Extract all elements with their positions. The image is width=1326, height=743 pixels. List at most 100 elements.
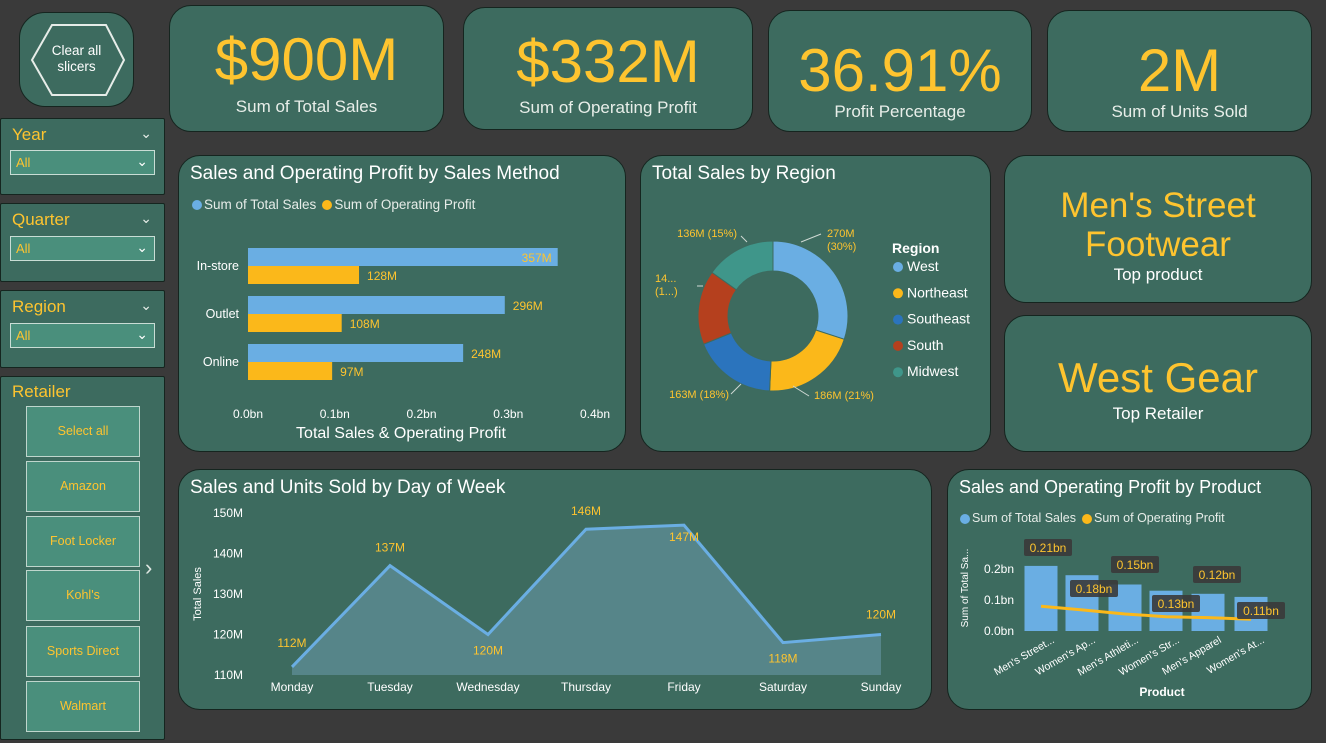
sales-method-chart: Sales and Operating Profit by Sales Meth… xyxy=(178,155,626,452)
retailer-foot-locker[interactable]: Foot Locker xyxy=(26,516,140,567)
data-label: (1...) xyxy=(655,286,678,298)
legend-dot xyxy=(893,262,903,272)
x-tick-label: Sunday xyxy=(861,680,902,694)
data-label: 120M xyxy=(866,608,896,622)
retailer-sports-direct[interactable]: Sports Direct xyxy=(26,626,140,677)
kpi-value: 36.91% xyxy=(798,37,1002,104)
y-tick-label: 0.1bn xyxy=(984,593,1014,607)
top-product-card: Men's Street Footwear Top product xyxy=(1004,155,1312,303)
data-label: (30%) xyxy=(827,241,856,253)
slicer-title: Quarter xyxy=(12,210,70,229)
slicer-title: Region xyxy=(12,297,66,316)
y-tick-label: 0.0bn xyxy=(984,624,1014,638)
profit-bar xyxy=(248,314,342,332)
region-dropdown[interactable]: All ⌄ xyxy=(10,323,155,348)
x-tick-label: 0.3bn xyxy=(493,407,523,421)
kpi-units-sold: 2M Sum of Units Sold xyxy=(1047,10,1312,132)
x-tick-label: Friday xyxy=(667,680,700,694)
legend-label: Northeast xyxy=(907,284,968,300)
legend-label: Midwest xyxy=(907,363,958,379)
sales-bar xyxy=(248,296,505,314)
region-chart: Total Sales by Region Region 270M (30%) 18… xyxy=(640,155,991,452)
leader-line xyxy=(730,383,742,395)
clear-slicers-button[interactable]: Clear all slicers xyxy=(19,12,134,107)
donut-slice xyxy=(772,240,849,340)
region-slicer[interactable]: Region ⌄ All ⌄ xyxy=(0,290,165,368)
retailer-walmart[interactable]: Walmart xyxy=(26,681,140,732)
profit-bar xyxy=(248,362,333,380)
data-label: 0.18bn xyxy=(1076,582,1113,596)
data-label: 186M (21%) xyxy=(814,390,874,402)
donut-slice xyxy=(769,329,845,392)
sales-method-svg: Total Sales & Operating Profit In-store 3… xyxy=(197,248,610,442)
kpi-label: Sum of Operating Profit xyxy=(519,98,697,117)
retailer-slicer: Retailer Select all Amazon Foot Locker K… xyxy=(0,376,165,740)
y-tick-label: 110M xyxy=(214,668,243,682)
data-label: 112M xyxy=(277,636,306,650)
x-axis-title: Product xyxy=(1139,685,1184,699)
y-tick-label: 150M xyxy=(213,506,243,520)
chevron-down-icon: ⌄ xyxy=(136,153,148,169)
top-retailer-value: West Gear xyxy=(1058,354,1258,401)
data-label: 270M xyxy=(827,228,855,240)
retailer-kohls[interactable]: Kohl's xyxy=(26,570,140,621)
legend-dot xyxy=(893,367,903,378)
data-label: 14... xyxy=(655,273,676,285)
chevron-down-icon[interactable]: ⌄ xyxy=(140,125,152,142)
legend-label: West xyxy=(907,258,939,274)
leader-line xyxy=(740,235,748,243)
chevron-right-icon[interactable]: › xyxy=(145,555,152,581)
slicer-title: Year xyxy=(12,125,47,144)
chevron-down-icon[interactable]: ⌄ xyxy=(140,297,152,314)
x-tick-label: 0.0bn xyxy=(233,407,263,421)
x-tick-label: Thursday xyxy=(561,680,611,694)
y-tick-label: 0.2bn xyxy=(984,562,1014,576)
data-label: 0.15bn xyxy=(1117,558,1154,572)
legend-dot xyxy=(893,314,903,325)
leader-line xyxy=(792,385,810,397)
data-label: 0.12bn xyxy=(1199,568,1236,582)
clear-label-line2: slicers xyxy=(57,59,96,74)
dropdown-value: All xyxy=(16,241,31,256)
kpi-label: Sum of Total Sales xyxy=(235,97,378,116)
data-label: 0.21bn xyxy=(1030,541,1067,555)
retailer-amazon[interactable]: Amazon xyxy=(26,461,140,512)
y-axis-title: Sum of Total Sa... xyxy=(960,549,971,628)
data-label: 0.11bn xyxy=(1243,604,1279,618)
product-svg: Sum of Total Sa... Product 0.0bn 0.1bn 0.2… xyxy=(960,539,1285,699)
kpi-profit-percentage: 36.91% Profit Percentage xyxy=(768,10,1032,132)
data-label: 147M xyxy=(669,530,699,544)
year-dropdown[interactable]: All ⌄ xyxy=(10,150,155,175)
legend-label: Southeast xyxy=(907,311,970,327)
chevron-down-icon[interactable]: ⌄ xyxy=(140,210,152,227)
y-tick-label: 120M xyxy=(213,628,243,642)
chevron-down-icon: ⌄ xyxy=(136,239,148,255)
year-slicer[interactable]: Year ⌄ All ⌄ xyxy=(0,118,165,195)
category-label: In-store xyxy=(197,259,239,273)
x-tick-label: Wednesday xyxy=(456,680,519,694)
data-label: 163M (18%) xyxy=(669,389,729,401)
x-tick-label: 0.4bn xyxy=(580,407,610,421)
slicer-title: Retailer xyxy=(12,382,71,401)
quarter-dropdown[interactable]: All ⌄ xyxy=(10,236,155,261)
data-label: 108M xyxy=(350,317,380,331)
category-label: Online xyxy=(203,355,239,369)
kpi-label: Profit Percentage xyxy=(834,102,966,121)
clear-label-line1: Clear all xyxy=(51,43,102,58)
top-product-label: Top product xyxy=(1113,265,1203,284)
dropdown-value: All xyxy=(16,328,31,343)
kpi-value: $900M xyxy=(214,26,399,93)
x-tick-label: 0.2bn xyxy=(406,407,436,421)
top-product-value-line2: Footwear xyxy=(1085,225,1231,264)
legend-dot xyxy=(893,288,903,299)
kpi-operating-profit: $332M Sum of Operating Profit xyxy=(463,7,753,130)
category-label: Outlet xyxy=(206,307,240,321)
data-label: 248M xyxy=(471,347,501,361)
top-retailer-card: West Gear Top Retailer xyxy=(1004,315,1312,452)
kpi-total-sales: $900M Sum of Total Sales xyxy=(169,5,444,132)
dropdown-value: All xyxy=(16,155,31,170)
quarter-slicer[interactable]: Quarter ⌄ All ⌄ xyxy=(0,203,165,282)
top-product-value-line1: Men's Street xyxy=(1060,186,1256,225)
retailer-select-all[interactable]: Select all xyxy=(26,406,140,457)
profit-bar xyxy=(248,266,360,284)
